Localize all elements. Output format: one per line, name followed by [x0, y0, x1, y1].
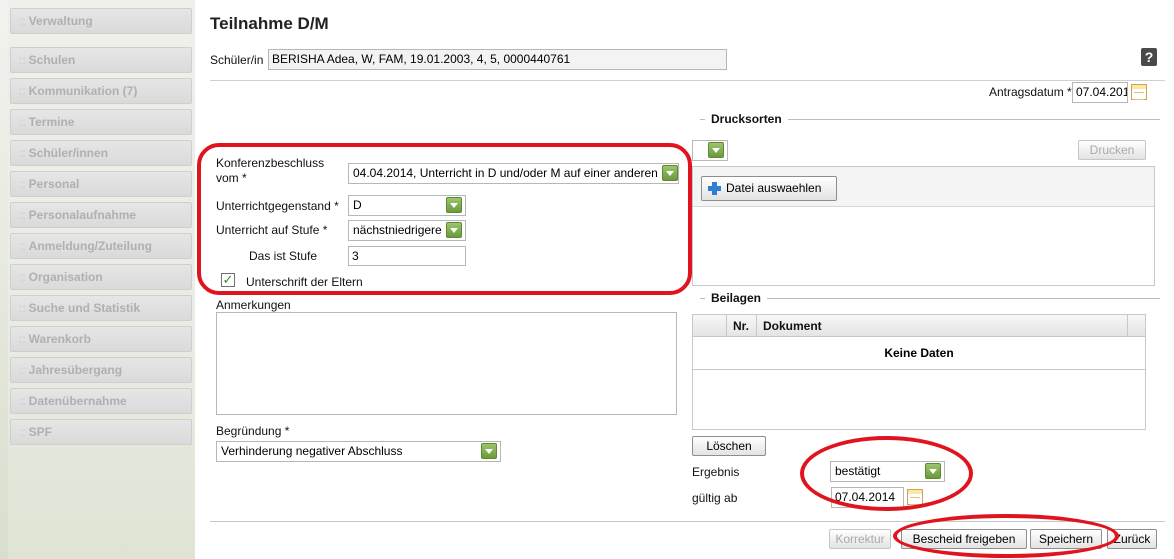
student-label: Schüler/in — [210, 53, 264, 67]
datei-auswaehlen-label: Datei auswaehlen — [726, 181, 822, 195]
sidebar-item-spf[interactable]: :: SPF — [10, 419, 192, 445]
sidebar: :: Verwaltung :: Schulen :: Kommunikation (… — [0, 0, 195, 559]
calendar-icon[interactable] — [1131, 84, 1147, 100]
column-header-dokument[interactable]: Dokument — [763, 319, 822, 333]
chevron-down-icon[interactable] — [708, 142, 724, 158]
sidebar-item-label: Kommunikation (7) — [28, 84, 138, 98]
gueltig-label: gültig ab — [692, 491, 738, 505]
beilagen-header: Beilagen — [705, 291, 768, 305]
sidebar-item-label: Verwaltung — [28, 14, 93, 28]
sidebar-item-warenkorb[interactable]: :: Warenkorb — [10, 326, 192, 352]
sidebar-item-label: Jahresübergang — [28, 363, 123, 377]
sidebar-item-datenuebernahme[interactable]: :: Datenübernahme — [10, 388, 192, 414]
begruendung-select[interactable]: Verhinderung negativer Abschluss — [216, 441, 501, 462]
beilagen-line — [700, 298, 1160, 299]
drucken-button[interactable]: Drucken — [1078, 140, 1146, 160]
sidebar-item-label: Schüler/innen — [28, 146, 109, 160]
annotation-ellipse — [800, 436, 973, 511]
sidebar-item-label: Schulen — [28, 53, 76, 67]
sidebar-item-label: Personal — [28, 177, 80, 191]
begruendung-label: Begründung * — [216, 424, 290, 438]
col-divider — [756, 315, 757, 337]
loeschen-button[interactable]: Löschen — [692, 436, 766, 456]
help-icon[interactable]: ? — [1141, 48, 1157, 66]
sidebar-item-kommunikation[interactable]: :: Kommunikation (7) — [10, 78, 192, 104]
korrektur-button[interactable]: Korrektur — [829, 529, 891, 549]
sidebar-item-verwaltung[interactable]: :: Verwaltung — [10, 8, 192, 34]
sidebar-item-personalaufnahme[interactable]: :: Personalaufnahme — [10, 202, 192, 228]
chevron-down-icon[interactable] — [481, 443, 497, 459]
sidebar-item-label: SPF — [28, 425, 53, 439]
ergebnis-label: Ergebnis — [692, 465, 740, 479]
sidebar-item-schueler[interactable]: :: Schüler/innen — [10, 140, 192, 166]
sidebar-item-label: Datenübernahme — [28, 394, 127, 408]
sidebar-item-organisation[interactable]: :: Organisation — [10, 264, 192, 290]
datei-auswaehlen-button[interactable]: Datei auswaehlen — [701, 176, 837, 201]
sidebar-item-suche[interactable]: :: Suche und Statistik — [10, 295, 192, 321]
sidebar-item-label: Anmeldung/Zuteilung — [28, 239, 152, 253]
empty-table-message: Keine Daten — [693, 337, 1145, 370]
sidebar-item-termine[interactable]: :: Termine — [10, 109, 192, 135]
sidebar-item-personal[interactable]: :: Personal — [10, 171, 192, 197]
antragsdatum-label: Antragsdatum * — [989, 85, 1072, 99]
sidebar-item-schulen[interactable]: :: Schulen — [10, 47, 192, 73]
sidebar-strip — [0, 0, 8, 559]
beilagen-header-row — [693, 315, 1145, 337]
drucksorten-header: Drucksorten — [705, 112, 788, 126]
sidebar-item-anmeldung[interactable]: :: Anmeldung/Zuteilung — [10, 233, 192, 259]
page-title: Teilnahme D/M — [210, 14, 329, 33]
annotation-ellipse — [893, 514, 1119, 558]
anmerkungen-textarea[interactable] — [216, 312, 677, 415]
sidebar-item-label: Personalaufnahme — [28, 208, 137, 222]
antragsdatum-input[interactable]: 07.04.2014 — [1072, 82, 1128, 103]
annotation-box — [197, 143, 692, 295]
anmerkungen-label: Anmerkungen — [216, 298, 291, 312]
sidebar-item-label: Termine — [28, 115, 75, 129]
column-header-nr[interactable]: Nr. — [733, 319, 749, 333]
sidebar-item-label: Warenkorb — [28, 332, 91, 346]
sidebar-item-label: Organisation — [28, 270, 103, 284]
student-field: BERISHA Adea, W, FAM, 19.01.2003, 4, 5, … — [268, 49, 727, 70]
sidebar-item-label: Suche und Statistik — [28, 301, 141, 315]
col-divider — [1127, 315, 1128, 337]
header-divider — [210, 80, 1165, 81]
col-divider — [726, 315, 727, 337]
plus-icon — [708, 182, 721, 195]
sidebar-item-jahresuebergang[interactable]: :: Jahresübergang — [10, 357, 192, 383]
